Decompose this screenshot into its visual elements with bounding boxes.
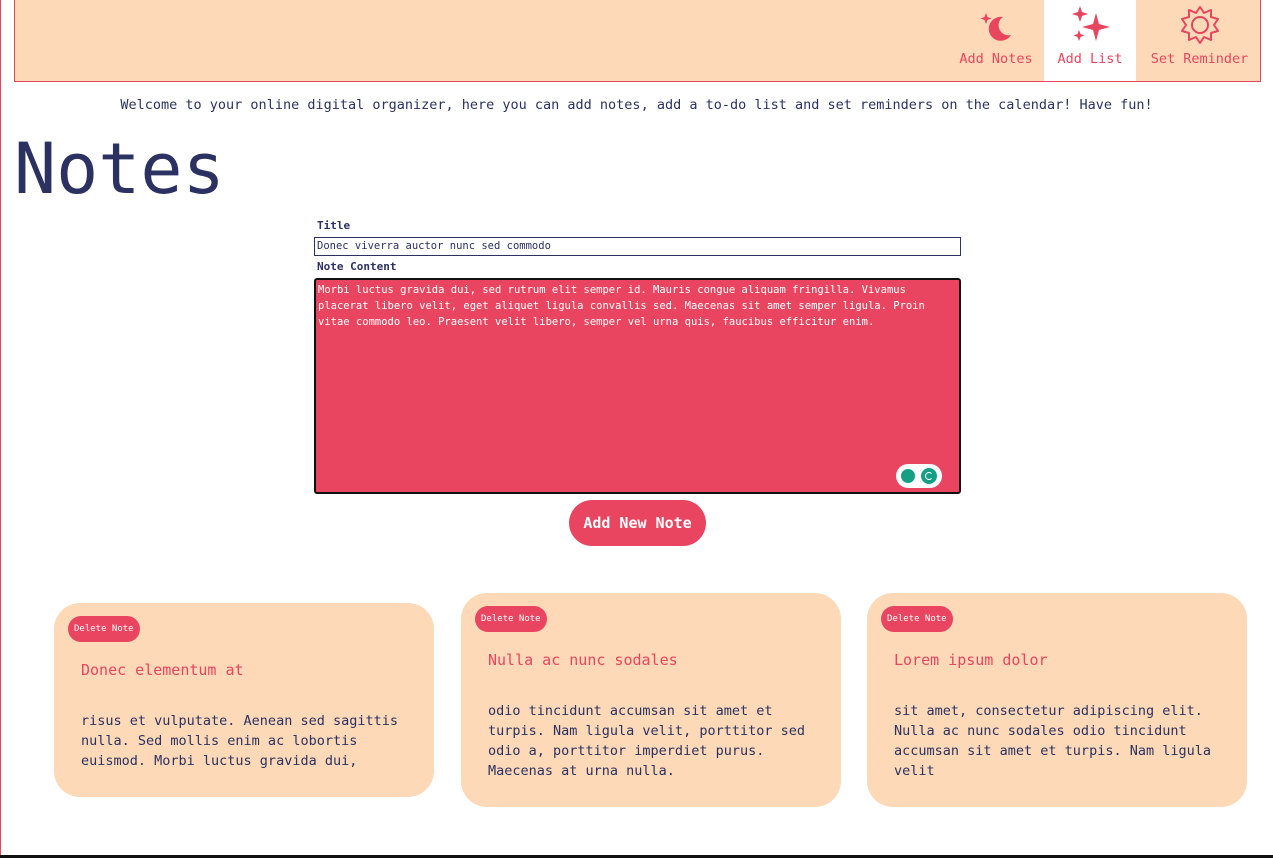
note-content-text: Morbi luctus gravida dui, sed rutrum eli… [318,284,925,328]
note-content-textarea[interactable]: Morbi luctus gravida dui, sed rutrum eli… [314,278,961,494]
note-body: sit amet, consectetur adipiscing elit. N… [894,703,1211,779]
add-new-note-button[interactable]: Add New Note [569,500,706,546]
nav-add-list[interactable]: Add List [1044,0,1136,81]
title-input[interactable]: Donec viverra auctor nunc sed commodo [314,237,961,256]
welcome-message: Welcome to your online digital organizer… [120,97,1153,113]
title-label: Title [317,219,351,232]
note-body: odio tincidunt accumsan sit amet et turp… [488,703,805,779]
sparkles-icon [1072,6,1110,41]
delete-note-button[interactable]: Delete Note [68,616,140,642]
nav-set-reminder[interactable]: Set Reminder [1137,0,1262,81]
grammar-logo-icon [920,468,937,484]
nav-add-notes[interactable]: Add Notes [949,0,1043,81]
nav-label: Add List [1057,51,1123,67]
page-title: Notes [14,128,225,210]
sun-icon [1180,6,1219,44]
delete-note-button[interactable]: Delete Note [881,606,953,632]
note-card: Delete Note Nulla ac nunc sodales odio t… [461,593,841,807]
note-body: risus et vulputate. Aenean sed sagittis … [81,713,398,769]
lightbulb-icon [901,469,916,483]
top-nav: Add Notes Add List Set Reminder [14,0,1261,82]
note-card: Delete Note Donec elementum at risus et … [54,603,434,797]
note-title: Donec elementum at [81,661,244,679]
moon-stars-icon [980,13,1011,41]
note-title: Lorem ipsum dolor [894,651,1048,669]
nav-label: Set Reminder [1150,51,1249,67]
note-card: Delete Note Lorem ipsum dolor sit amet, … [867,593,1247,807]
note-title: Nulla ac nunc sodales [488,651,678,669]
note-content-label: Note Content [317,260,397,273]
delete-note-button[interactable]: Delete Note [475,606,547,632]
nav-label: Add Notes [959,51,1033,67]
grammar-assistant-widget[interactable] [896,464,942,488]
page-border [0,0,1,858]
